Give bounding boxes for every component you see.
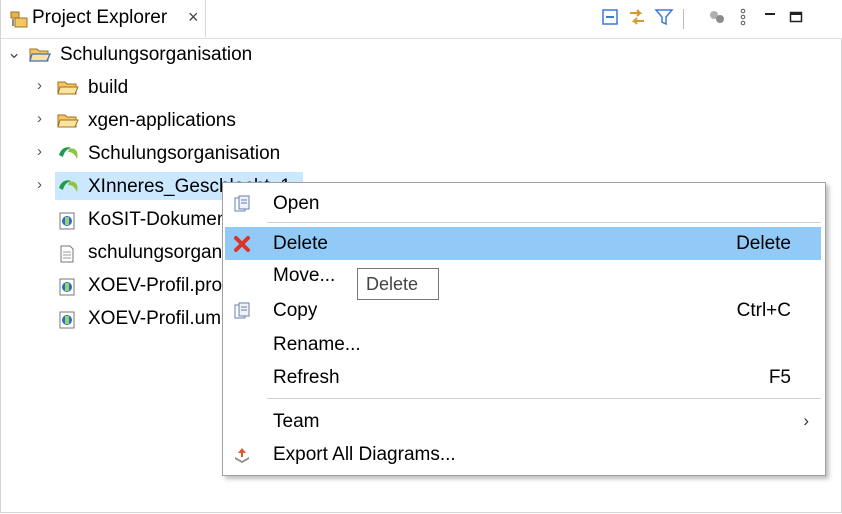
tree-item-build[interactable]: › build (1, 72, 842, 103)
chevron-down-icon[interactable]: ⌄ (7, 43, 21, 63)
tree-item-schulungsorganisation-project[interactable]: › Schulungsorganisation (1, 138, 842, 169)
tree-item-xgen-applications[interactable]: › xgen-applications (1, 105, 842, 136)
chevron-right-icon[interactable]: › (37, 176, 42, 193)
chevron-right-icon[interactable]: › (37, 77, 42, 94)
menu-item-team[interactable]: Team › (225, 405, 821, 438)
menu-item-label: Refresh (273, 367, 340, 388)
view-menu-icon[interactable] (732, 5, 754, 29)
delete-icon (233, 235, 251, 258)
chevron-right-icon[interactable]: › (37, 110, 42, 127)
menu-item-label: Delete (273, 233, 328, 254)
tree-item-label: Schulungsorganisation (60, 44, 253, 65)
menu-item-shortcut: Delete (736, 233, 791, 254)
export-icon (233, 446, 251, 469)
menu-item-rename[interactable]: Rename... (225, 328, 821, 361)
tab-label: Project Explorer (32, 7, 168, 28)
collapse-all-icon[interactable] (599, 5, 621, 29)
model-file-icon (57, 211, 77, 236)
menu-item-label: Team (273, 411, 320, 432)
open-folder-icon (29, 46, 51, 69)
tree-item-label: xgen-applications (88, 110, 236, 131)
folder-icon (57, 79, 79, 102)
menu-item-shortcut: Ctrl+C (736, 300, 791, 321)
menu-item-open[interactable]: Open (225, 187, 821, 220)
menu-item-label: Rename... (273, 334, 361, 355)
menu-item-label: Copy (273, 300, 318, 321)
chevron-right-icon[interactable]: › (37, 143, 42, 160)
tree-item-label: Schulungsorganisation (88, 143, 281, 164)
toolbar-separator (683, 9, 684, 29)
tree-root[interactable]: ⌄ Schulungsorganisation (1, 39, 842, 70)
tooltip: Delete (357, 268, 439, 300)
menu-separator (267, 398, 821, 399)
menu-item-move[interactable]: Move... (225, 261, 821, 294)
menu-item-delete[interactable]: Delete Delete (225, 227, 821, 260)
model-file-icon (57, 277, 77, 302)
menu-item-refresh[interactable]: Refresh F5 (225, 361, 821, 394)
filter-icon[interactable] (653, 5, 675, 29)
tooltip-text: Delete (366, 274, 419, 294)
model-project-icon (57, 178, 81, 201)
open-icon (233, 195, 251, 218)
tree-item-label: XOEV-Profil.uml (88, 308, 226, 329)
menu-item-label: Move... (273, 265, 336, 286)
model-project-icon (57, 145, 81, 168)
close-icon[interactable]: × (188, 7, 199, 28)
menu-item-copy[interactable]: Copy Ctrl+C (225, 294, 821, 327)
project-explorer-icon (9, 9, 29, 34)
menu-item-label: Open (273, 193, 320, 214)
working-sets-icon[interactable] (706, 5, 728, 29)
folder-icon (57, 112, 79, 135)
model-file-icon (57, 310, 77, 335)
minimize-icon[interactable] (759, 5, 781, 29)
tab-project-explorer[interactable]: Project Explorer × (1, 0, 206, 37)
menu-item-shortcut: F5 (768, 367, 791, 388)
context-menu: Open Delete Delete Move... Copy Ctrl+C R… (222, 182, 826, 476)
menu-separator (267, 222, 821, 223)
menu-item-label: Export All Diagrams... (273, 444, 456, 465)
submenu-arrow-icon: › (803, 411, 809, 430)
copy-icon (233, 302, 251, 325)
link-with-editor-icon[interactable] (626, 5, 648, 29)
menu-item-export-all-diagrams[interactable]: Export All Diagrams... (225, 438, 821, 471)
maximize-icon[interactable] (785, 5, 807, 29)
text-file-icon (57, 244, 77, 269)
view-tab-bar: Project Explorer × (1, 0, 842, 39)
tree-item-label: build (88, 77, 129, 98)
